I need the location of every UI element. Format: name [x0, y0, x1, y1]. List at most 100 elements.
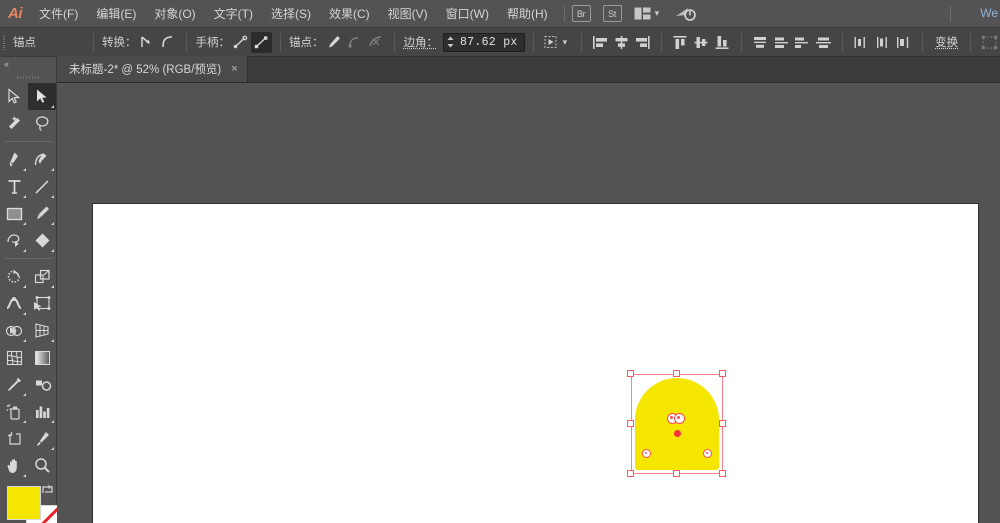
align-bottom-icon[interactable]	[712, 32, 733, 53]
align-top-icon[interactable]	[670, 32, 691, 53]
magic-wand-tool[interactable]	[0, 110, 28, 137]
rotate-tool[interactable]	[0, 263, 28, 290]
corner-stepper[interactable]	[444, 34, 457, 51]
distribute-vertical-bottom-icon[interactable]	[771, 32, 792, 53]
perspective-grid-tool[interactable]	[28, 317, 56, 344]
menu-effect[interactable]: 效果(C)	[320, 0, 379, 28]
remove-anchor-icon[interactable]	[323, 32, 344, 53]
handle-top-right[interactable]	[719, 370, 726, 377]
pen-tool[interactable]	[0, 146, 28, 173]
distribute-right-icon[interactable]	[893, 32, 914, 53]
document-tab[interactable]: 未标题-2* @ 52% (RGB/预览) ×	[57, 56, 248, 82]
free-transform-tool[interactable]	[28, 290, 56, 317]
scale-tool[interactable]	[28, 263, 56, 290]
tools-divider-2	[4, 258, 53, 259]
align-right-icon[interactable]	[632, 32, 653, 53]
show-handles-icon[interactable]	[230, 32, 251, 53]
connect-anchor-icon[interactable]	[344, 32, 365, 53]
menu-divider	[564, 6, 565, 22]
artboard[interactable]	[93, 204, 978, 523]
creative-cloud-sync-icon[interactable]	[675, 6, 697, 22]
handle-bottom-center[interactable]	[673, 470, 680, 477]
symbol-sprayer-tool[interactable]	[0, 398, 28, 425]
direct-selection-tool[interactable]	[28, 83, 56, 110]
selection-tool[interactable]	[0, 83, 28, 110]
document-tab-bar: 未标题-2* @ 52% (RGB/预览) ×	[0, 57, 1000, 83]
lasso-tool[interactable]	[28, 110, 56, 137]
corner-radius-value[interactable]: 87.62 px	[457, 36, 524, 49]
menu-view[interactable]: 视图(V)	[379, 0, 437, 28]
handle-middle-right[interactable]	[719, 420, 726, 427]
control-bar-grip[interactable]	[0, 28, 7, 57]
align-horizontal-center-icon[interactable]	[611, 32, 632, 53]
distribute-horizontal-left-icon[interactable]	[792, 32, 813, 53]
menu-file[interactable]: 文件(F)	[30, 0, 87, 28]
select-similar-objects-icon[interactable]	[542, 32, 563, 53]
convert-to-corner-icon[interactable]	[136, 32, 157, 53]
distribute-horizontal-center-icon[interactable]	[851, 32, 872, 53]
handle-bottom-left[interactable]	[627, 470, 634, 477]
convert-to-smooth-icon[interactable]	[157, 32, 178, 53]
menu-help[interactable]: 帮助(H)	[498, 0, 557, 28]
stock-icon[interactable]: St	[603, 5, 622, 22]
zoom-tool[interactable]	[28, 452, 56, 479]
column-graph-tool[interactable]	[28, 398, 56, 425]
close-icon[interactable]: ×	[231, 64, 237, 75]
handles-label: 手柄：	[195, 34, 230, 50]
line-segment-tool[interactable]	[28, 173, 56, 200]
menu-type[interactable]: 文字(T)	[205, 0, 262, 28]
corner-label[interactable]: 边角：	[403, 34, 438, 50]
live-corner-widget-bottom-left[interactable]	[642, 449, 651, 458]
blend-tool[interactable]	[28, 371, 56, 398]
corner-radius-field[interactable]: 87.62 px	[443, 33, 525, 52]
collapse-panel-icon[interactable]: «	[0, 57, 56, 71]
cb-divider-8	[741, 33, 742, 52]
fill-swatch[interactable]	[7, 486, 41, 520]
rectangle-tool[interactable]	[0, 200, 28, 227]
swap-fill-stroke-icon[interactable]	[41, 483, 54, 501]
handle-top-center[interactable]	[673, 370, 680, 377]
workspace-label[interactable]: We	[980, 6, 998, 20]
handle-middle-left[interactable]	[627, 420, 634, 427]
chevron-down-icon[interactable]: ▾	[655, 8, 660, 19]
artboard-tool[interactable]	[0, 425, 28, 452]
selected-object-group[interactable]	[631, 374, 723, 474]
tool-flyout-indicator	[51, 447, 54, 450]
menu-window[interactable]: 窗口(W)	[437, 0, 498, 28]
hide-handles-icon[interactable]	[251, 32, 272, 53]
paintbrush-tool[interactable]	[28, 200, 56, 227]
live-corner-widget-pair[interactable]	[667, 413, 687, 425]
cb-divider-4	[394, 33, 395, 52]
align-left-icon[interactable]	[590, 32, 611, 53]
gradient-tool[interactable]	[28, 344, 56, 371]
eraser-tool[interactable]	[28, 227, 56, 254]
tool-flyout-indicator	[23, 312, 26, 315]
menu-select[interactable]: 选择(S)	[262, 0, 320, 28]
select-similar-chevron-icon[interactable]: ▾	[563, 37, 568, 48]
bridge-icon[interactable]: Br	[572, 5, 591, 22]
slice-tool[interactable]	[28, 425, 56, 452]
live-corner-widget-bottom-right[interactable]	[703, 449, 712, 458]
shape-builder-tool[interactable]	[0, 317, 28, 344]
menu-object[interactable]: 对象(O)	[145, 0, 204, 28]
align-vertical-center-icon[interactable]	[691, 32, 712, 53]
handle-top-left[interactable]	[627, 370, 634, 377]
canvas-area[interactable]	[57, 83, 1000, 523]
shaper-tool[interactable]	[0, 227, 28, 254]
eyedropper-tool[interactable]	[0, 371, 28, 398]
type-tool[interactable]	[0, 173, 28, 200]
distribute-vertical-center-icon[interactable]	[750, 32, 771, 53]
transform-label[interactable]: 变换	[931, 34, 962, 50]
mesh-tool[interactable]	[0, 344, 28, 371]
tools-panel-grip[interactable]	[0, 71, 56, 83]
distribute-horizontal-top-icon[interactable]	[813, 32, 834, 53]
transform-each-icon[interactable]	[979, 32, 1000, 53]
arrange-documents-icon[interactable]	[634, 7, 651, 20]
menu-edit[interactable]: 编辑(E)	[87, 0, 145, 28]
cut-path-icon[interactable]	[365, 32, 386, 53]
curvature-tool[interactable]	[28, 146, 56, 173]
distribute-space-icon[interactable]	[872, 32, 893, 53]
width-tool[interactable]	[0, 290, 28, 317]
handle-bottom-right[interactable]	[719, 470, 726, 477]
hand-tool[interactable]	[0, 452, 28, 479]
